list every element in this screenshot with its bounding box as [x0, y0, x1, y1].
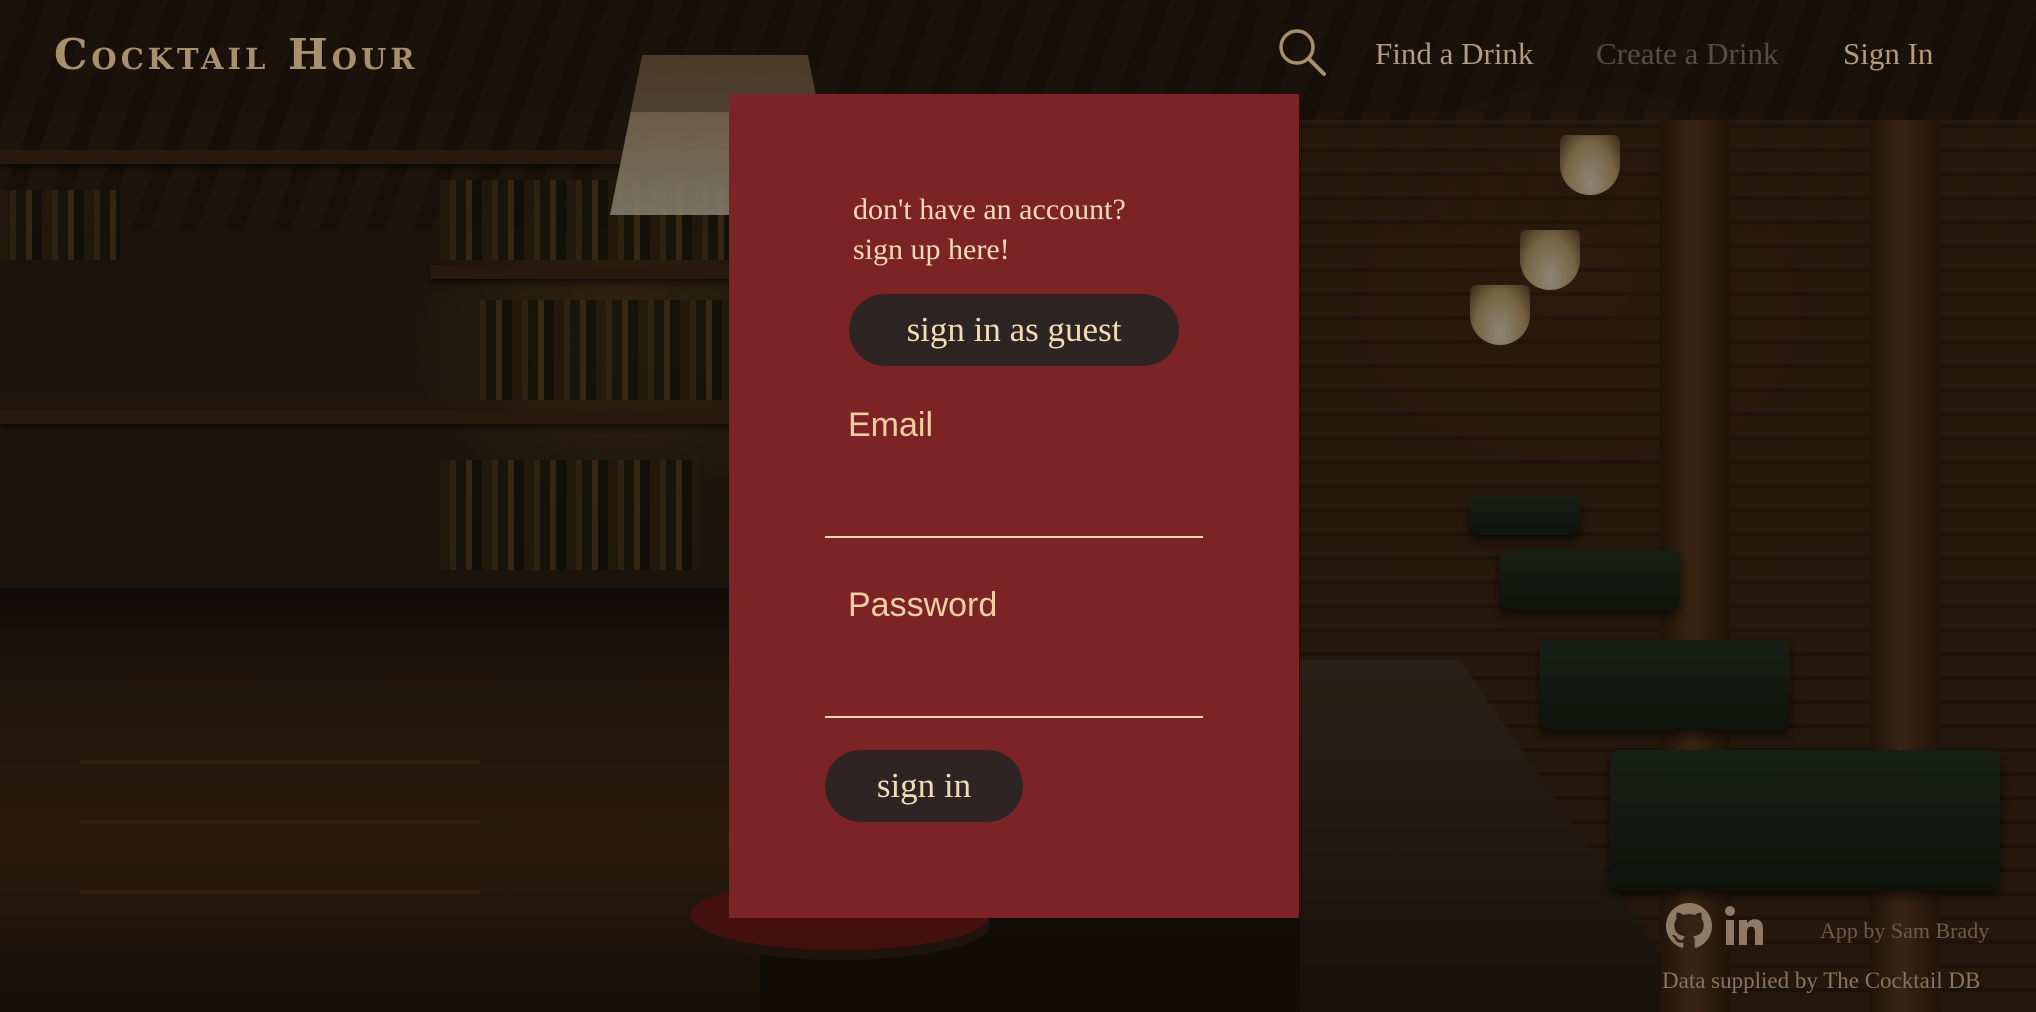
sign-in-as-guest-button[interactable]: sign in as guest — [849, 294, 1179, 366]
github-icon[interactable] — [1666, 903, 1712, 949]
nav-create-a-drink[interactable]: Create a Drink — [1596, 36, 1778, 72]
sign-in-panel: don't have an account? sign up here! sig… — [729, 94, 1299, 918]
sign-up-line-1: don't have an account? — [853, 193, 1126, 226]
sign-in-button[interactable]: sign in — [825, 750, 1023, 822]
data-source-credit[interactable]: Data supplied by The Cocktail DB — [1662, 968, 1980, 994]
password-field[interactable] — [825, 662, 1203, 718]
search-icon[interactable] — [1276, 26, 1328, 78]
nav-sign-in[interactable]: Sign In — [1843, 36, 1933, 72]
nav-find-a-drink[interactable]: Find a Drink — [1375, 36, 1533, 72]
email-label: Email — [848, 406, 934, 444]
site-logo[interactable]: Cocktail Hour — [54, 30, 418, 79]
app-credit: App by Sam Brady — [1820, 918, 1990, 943]
email-field[interactable] — [825, 482, 1203, 538]
password-label: Password — [848, 586, 998, 624]
sign-up-link[interactable]: don't have an account? sign up here! — [853, 190, 1213, 270]
sign-up-line-2: sign up here! — [853, 233, 1010, 266]
linkedin-icon[interactable] — [1722, 903, 1768, 949]
